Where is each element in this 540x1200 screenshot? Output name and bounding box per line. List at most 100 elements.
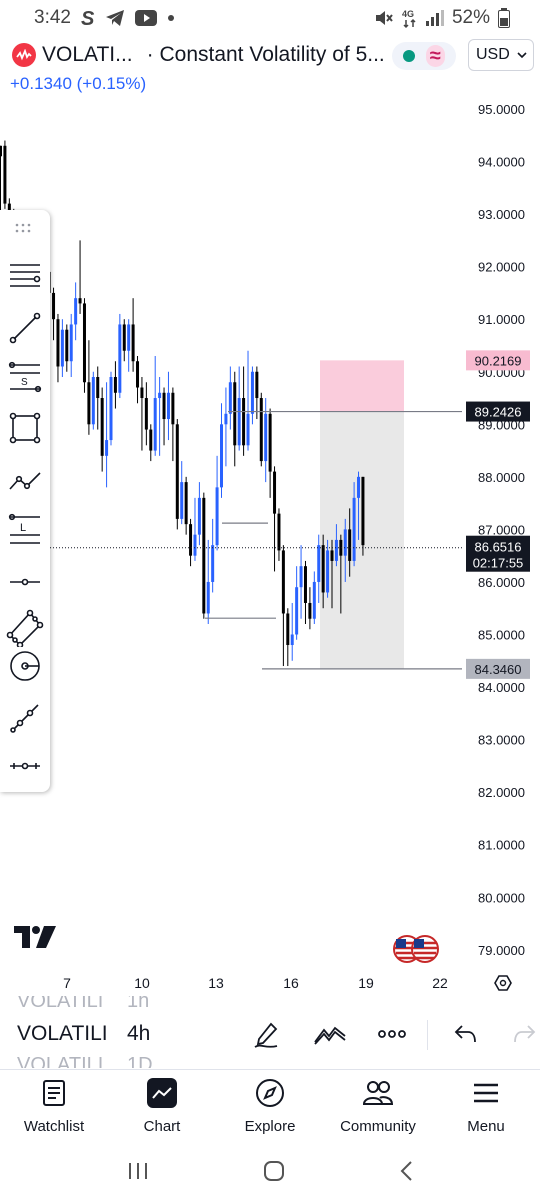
horizontal-line-tool-icon[interactable] xyxy=(5,562,45,602)
price-axis-label: 85.0000 xyxy=(478,628,525,643)
price-chart[interactable]: 95.000094.000093.000092.000091.000090.00… xyxy=(0,0,540,1000)
stop-price-tag: 84.3460 xyxy=(475,662,522,677)
chart-settings-icon-center xyxy=(499,979,507,987)
nav-explore[interactable]: Explore xyxy=(216,1072,324,1142)
redo-button[interactable] xyxy=(504,1014,540,1054)
picker-prev-symbol: VOLATILI xyxy=(17,996,104,1012)
candle-body xyxy=(361,476,365,546)
indicators-icon xyxy=(314,1026,346,1045)
more-button[interactable] xyxy=(372,1014,412,1054)
nav-label-chart: Chart xyxy=(143,1118,181,1135)
nav-chart[interactable]: Chart xyxy=(108,1072,216,1142)
measure-tool-icon[interactable] xyxy=(5,746,45,786)
redo-icon xyxy=(514,1025,536,1043)
candle-body xyxy=(348,529,352,561)
candle-body xyxy=(233,382,237,446)
trend-line-tool-icon[interactable] xyxy=(5,308,45,348)
candles[interactable] xyxy=(0,140,365,667)
circle-tool-icon[interactable] xyxy=(5,646,45,686)
candle-body xyxy=(295,587,299,635)
price-axis-label: 92.0000 xyxy=(478,260,525,275)
drag-handle-icon[interactable] xyxy=(15,220,35,233)
nav-community[interactable]: Community xyxy=(324,1072,432,1142)
candle-body xyxy=(109,377,113,441)
candle-body xyxy=(290,634,294,646)
picker-row-prev[interactable]: VOLATILI 1h xyxy=(17,996,149,1013)
candle-body xyxy=(166,392,170,420)
candle-body xyxy=(153,398,157,451)
candle-body xyxy=(52,292,56,320)
price-axis-label: 91.0000 xyxy=(478,312,525,327)
candle-body xyxy=(206,581,210,614)
price-axis-label: 95.0000 xyxy=(478,102,525,117)
candle-body xyxy=(78,298,82,304)
picker-next-symbol: VOLATILI xyxy=(17,1054,104,1068)
candle-body xyxy=(255,371,259,399)
path-tool-icon[interactable] xyxy=(5,460,45,500)
candle-body xyxy=(330,550,334,561)
candle-body xyxy=(3,145,7,204)
candle-body xyxy=(91,377,95,425)
nav-menu[interactable]: Menu xyxy=(432,1072,540,1142)
candle-body xyxy=(171,392,175,425)
date-axis-label: 7 xyxy=(63,975,71,991)
picker-row-current[interactable]: VOLATILI 4h xyxy=(17,1022,150,1046)
candle-body xyxy=(136,361,140,388)
recent-apps-icon[interactable] xyxy=(127,1161,149,1186)
price-axis-label: 83.0000 xyxy=(478,733,525,748)
candle-body xyxy=(343,529,347,556)
candle-body xyxy=(140,387,144,399)
picker-row-next[interactable]: VOLATILI 1D xyxy=(17,1054,153,1068)
candle-body xyxy=(144,398,148,430)
candle-body xyxy=(184,482,188,525)
price-axis-label: 93.0000 xyxy=(478,207,525,222)
price-axis-label: 86.0000 xyxy=(478,575,525,590)
long-position-tool-icon[interactable]: L xyxy=(5,510,45,550)
us-flag-events-icon[interactable] xyxy=(392,934,440,964)
symbol-interval-picker[interactable]: VOLATILI 1h VOLATILI 4h VOLATILI 1D xyxy=(0,996,240,1068)
candle-body xyxy=(158,392,162,399)
candle-body xyxy=(113,377,117,393)
candle-body xyxy=(69,324,73,362)
candle-body xyxy=(220,424,223,488)
tradingview-logo-icon[interactable] xyxy=(14,926,56,953)
date-axis-label: 22 xyxy=(432,975,448,991)
nav-watchlist[interactable]: Watchlist xyxy=(0,1072,108,1142)
price-axis-label: 80.0000 xyxy=(478,890,525,905)
price-axis[interactable]: 95.000094.000093.000092.000091.000090.00… xyxy=(478,102,525,958)
candle-body xyxy=(334,539,338,561)
svg-text:S: S xyxy=(21,377,28,388)
candle-body xyxy=(299,566,303,588)
indicators-button[interactable] xyxy=(310,1014,350,1054)
horizontal-lines-tool-icon[interactable] xyxy=(5,256,45,296)
candle-body xyxy=(237,398,241,446)
candle-body xyxy=(100,398,104,456)
candle-body xyxy=(122,324,126,351)
candle-body xyxy=(149,429,153,451)
chart-settings-icon[interactable] xyxy=(494,975,512,991)
candle-body xyxy=(321,545,325,593)
rectangle-tool-icon[interactable] xyxy=(5,408,45,448)
draw-pen-button[interactable] xyxy=(246,1014,286,1054)
nav-label-watchlist: Watchlist xyxy=(23,1118,85,1135)
toolbar-divider xyxy=(427,1020,428,1050)
candle-body xyxy=(0,145,2,157)
candle-body xyxy=(277,513,281,551)
back-icon[interactable] xyxy=(399,1160,413,1187)
more-dots-icon xyxy=(378,1030,406,1038)
candle-body xyxy=(259,398,263,462)
fib-retracement-tool-icon[interactable]: S xyxy=(5,358,45,398)
undo-button[interactable] xyxy=(446,1014,486,1054)
candle-body xyxy=(357,476,361,498)
target-price-tag: 90.2169 xyxy=(475,353,522,368)
candle-body xyxy=(286,613,290,646)
target-zone[interactable] xyxy=(320,360,404,412)
candle-body xyxy=(131,324,135,362)
home-icon[interactable] xyxy=(263,1160,285,1187)
date-axis[interactable]: 7 10 13 16 19 22 xyxy=(63,975,512,991)
nav-label-community: Community xyxy=(340,1118,416,1135)
drawing-toolbar: S L xyxy=(0,210,50,792)
pattern-tool-icon[interactable] xyxy=(5,698,45,738)
polygon-tool-icon[interactable] xyxy=(5,608,45,648)
picker-prev-interval: 1h xyxy=(127,996,150,1012)
